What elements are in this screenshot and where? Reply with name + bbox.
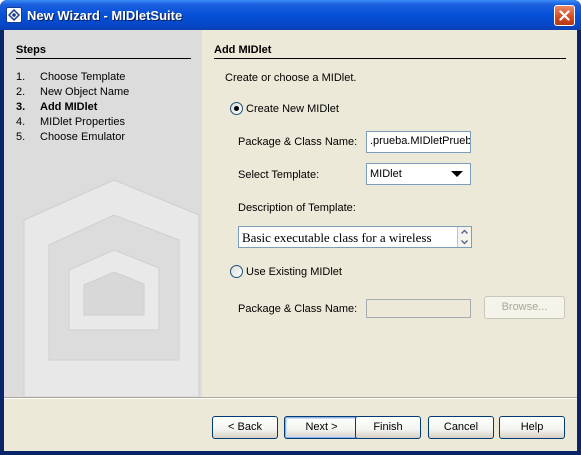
template-select-value: MIDlet [370, 168, 402, 180]
browse-button[interactable]: Browse... [484, 296, 565, 319]
close-button[interactable] [554, 5, 575, 26]
template-description-area[interactable]: Basic executable class for a wireless [238, 226, 472, 248]
close-icon [559, 10, 570, 21]
description-scrollbar[interactable] [457, 227, 471, 247]
app-icon [6, 7, 22, 23]
cancel-button[interactable]: Cancel [428, 416, 494, 439]
steps-title: Steps [16, 44, 46, 56]
content-panel: Add MIDlet Create or choose a MIDlet. Cr… [202, 30, 577, 397]
panel-divider [214, 58, 566, 59]
panel-title: Add MIDlet [214, 44, 272, 56]
package-class-label: Package & Class Name: [238, 136, 358, 148]
chevron-down-icon [451, 171, 463, 177]
button-bar-separator [4, 397, 577, 399]
window-title: New Wizard - MIDletSuite [27, 8, 183, 23]
intro-text: Create or choose a MIDlet. [225, 72, 357, 84]
template-select[interactable]: MIDlet [366, 163, 471, 185]
step-item: 4. MIDlet Properties [16, 116, 125, 128]
description-label: Description of Template: [238, 202, 356, 214]
help-button[interactable]: Help [499, 416, 565, 439]
existing-package-class-label: Package & Class Name: [238, 303, 358, 315]
template-description-text: Basic executable class for a wireless [242, 230, 432, 245]
step-item: 5. Choose Emulator [16, 131, 125, 143]
use-existing-label[interactable]: Use Existing MIDlet [246, 266, 342, 278]
finish-button[interactable]: Finish [355, 416, 421, 439]
steps-panel: Steps 1. Choose Template 2. New Object Nam… [4, 30, 202, 397]
title-bar[interactable]: New Wizard - MIDletSuite [0, 0, 581, 30]
select-template-label: Select Template: [238, 169, 320, 181]
steps-divider [16, 58, 191, 59]
next-button[interactable]: Next > [284, 416, 359, 439]
wizard-window: New Wizard - MIDletSuite Steps 1. Choose … [0, 0, 581, 455]
step-item: 2. New Object Name [16, 86, 130, 98]
create-new-label[interactable]: Create New MIDlet [246, 103, 339, 115]
use-existing-radio[interactable] [230, 265, 243, 278]
existing-package-class-input[interactable] [366, 299, 471, 318]
package-class-input[interactable]: .prueba.MIDletPrueba [366, 131, 471, 153]
scroll-up-icon[interactable] [459, 228, 470, 236]
back-button[interactable]: < Back [212, 416, 278, 439]
step-item-current: 3. Add MIDlet [16, 101, 98, 113]
dialog-client: Steps 1. Choose Template 2. New Object Nam… [4, 30, 577, 451]
step-item: 1. Choose Template [16, 71, 126, 83]
scroll-down-icon[interactable] [459, 238, 470, 246]
create-new-radio[interactable] [230, 102, 243, 115]
